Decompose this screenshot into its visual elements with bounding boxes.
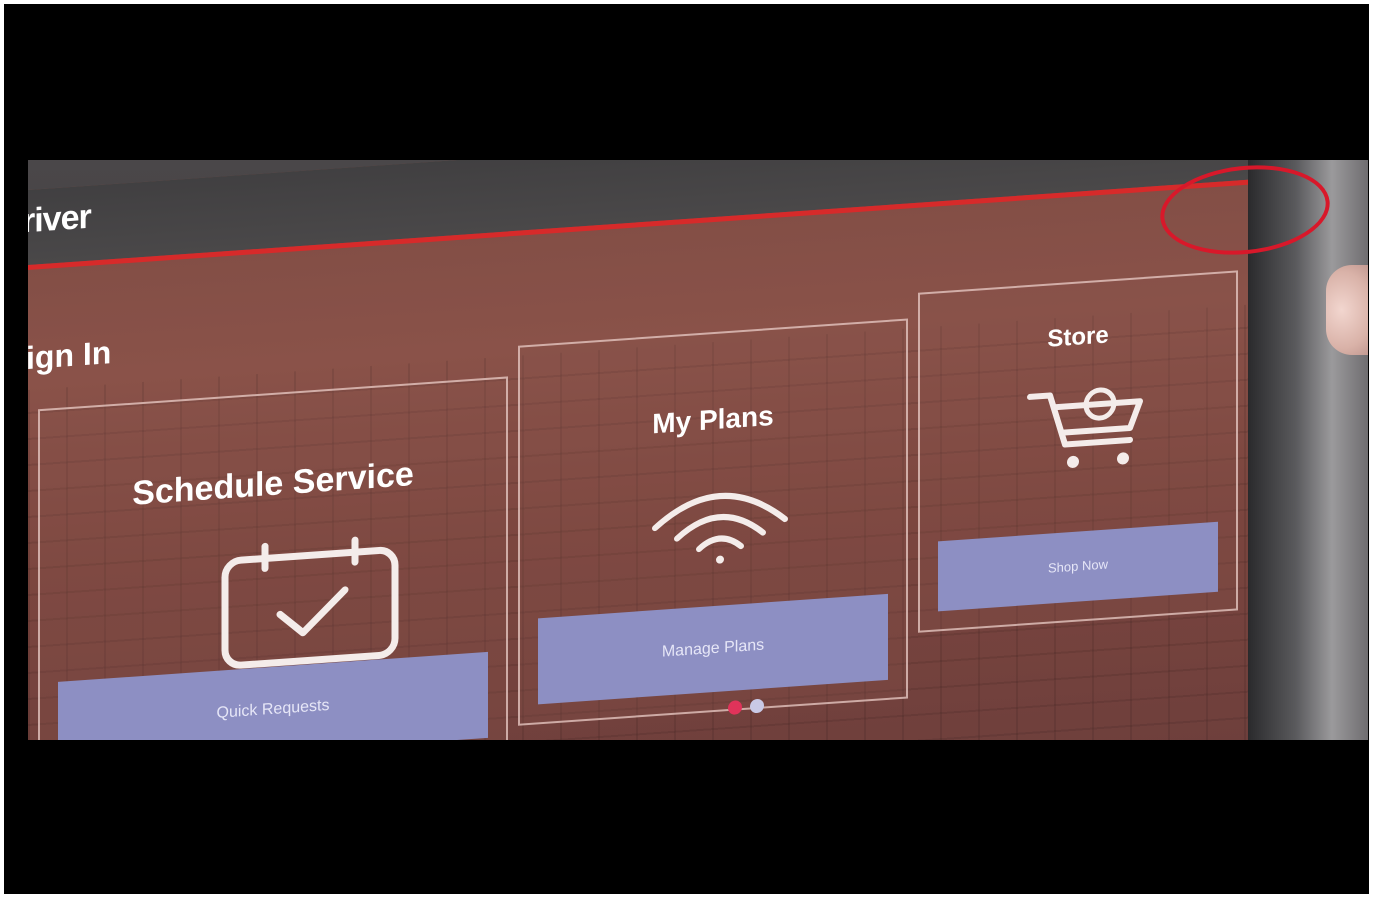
photo-of-car-display: river ign In Schedule Service Quick Requ… — [28, 160, 1368, 740]
sign-in-heading[interactable]: ign In — [28, 334, 111, 377]
page-indicator — [728, 698, 764, 716]
page-dot-active[interactable] — [728, 700, 742, 716]
card-title: My Plans — [652, 399, 774, 440]
card-store[interactable]: Store Shop Now — [918, 270, 1238, 633]
finger — [1326, 265, 1368, 355]
shop-now-button[interactable]: Shop Now — [938, 521, 1218, 612]
calendar-check-icon — [221, 536, 399, 669]
infotainment-screen: river ign In Schedule Service Quick Requ… — [28, 160, 1328, 740]
card-my-plans[interactable]: My Plans Manage Plans — [518, 318, 908, 726]
page-dot[interactable] — [750, 698, 764, 714]
app-title: river — [28, 197, 91, 241]
manage-plans-button[interactable]: Manage Plans — [538, 593, 888, 705]
shopping-cart-icon — [1027, 387, 1143, 468]
wifi-signal-icon — [652, 492, 788, 564]
card-schedule-service[interactable]: Schedule Service Quick Requests — [38, 376, 508, 740]
card-title: Store — [1047, 321, 1109, 353]
top-bar: river — [28, 160, 1328, 270]
card-title: Schedule Service — [132, 455, 414, 513]
